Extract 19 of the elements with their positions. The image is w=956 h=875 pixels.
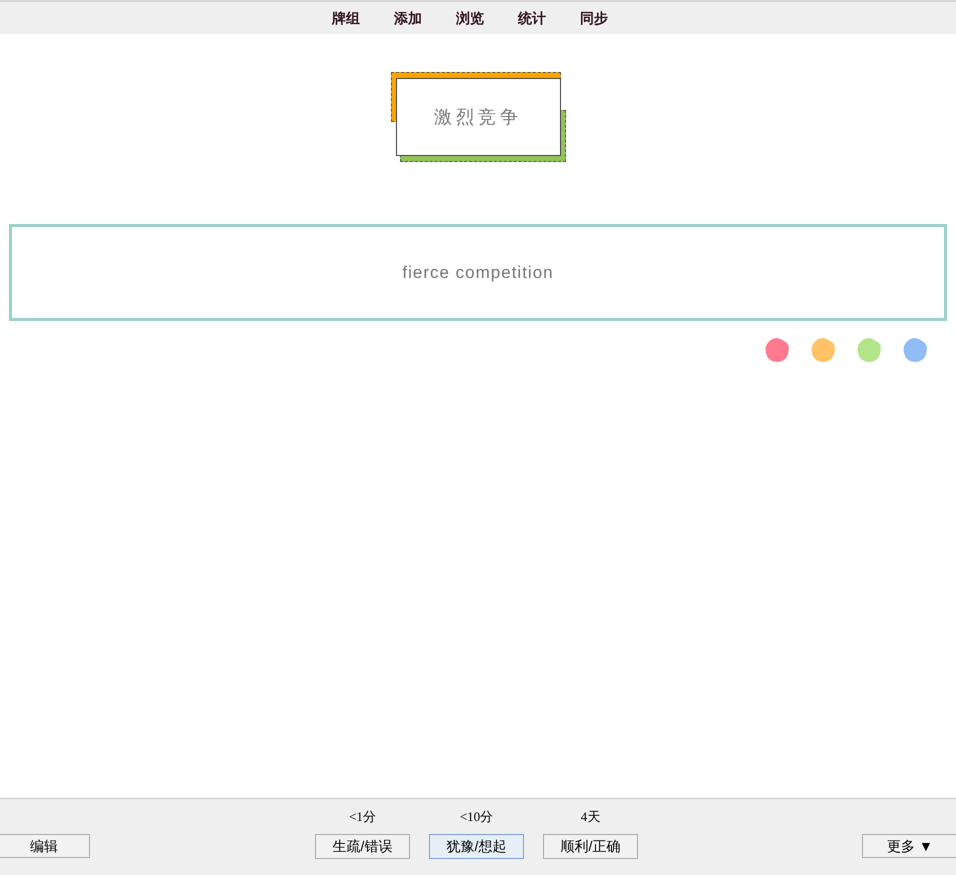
menu-link[interactable]: 浏览 <box>456 8 484 28</box>
answer-button[interactable]: 犹豫/想起 <box>429 834 524 859</box>
answer-box: fierce competition <box>9 224 947 321</box>
flag-icon[interactable] <box>902 337 928 363</box>
menu-link[interactable]: 添加 <box>394 8 422 28</box>
more-button[interactable]: 更多 ▼ <box>862 834 956 858</box>
flag-icon[interactable] <box>856 337 882 363</box>
menu-link[interactable]: 牌组 <box>332 8 360 28</box>
flag-icon[interactable] <box>810 337 836 363</box>
menu-link[interactable]: 同步 <box>580 8 608 28</box>
card-front: 激烈竞争 <box>396 78 560 156</box>
interval-label: <10分 <box>460 808 494 826</box>
flag-icon[interactable] <box>764 337 790 363</box>
interval-label: <1分 <box>349 808 376 826</box>
answer-button[interactable]: 生疏/错误 <box>315 834 410 859</box>
menu-link[interactable]: 统计 <box>518 8 546 28</box>
edit-button[interactable]: 编辑 <box>0 834 90 858</box>
interval-label: 4天 <box>580 808 600 826</box>
answer-button[interactable]: 顺利/正确 <box>543 834 638 859</box>
